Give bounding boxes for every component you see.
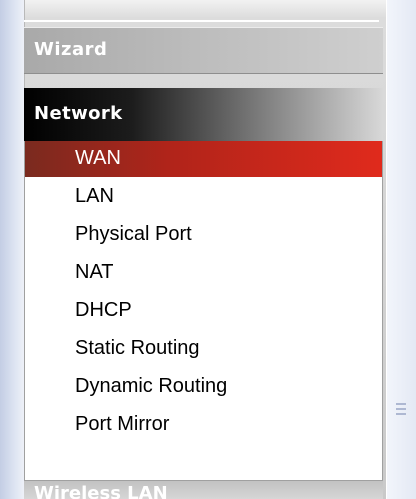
sidebar-item-static-routing[interactable]: Static Routing xyxy=(25,331,382,367)
sidebar-item-label: WAN xyxy=(75,147,121,169)
sidebar-item-label: LAN xyxy=(75,185,114,207)
grip-icon[interactable] xyxy=(396,403,406,425)
sidebar-item-dhcp[interactable]: DHCP xyxy=(25,293,382,329)
sidebar-item-nat[interactable]: NAT xyxy=(25,255,382,291)
sidebar-item-lan[interactable]: LAN xyxy=(25,179,382,215)
sidebar-item-label: Port Mirror xyxy=(75,413,170,435)
sidebar-item-physical-port[interactable]: Physical Port xyxy=(25,217,382,253)
sidebar-item-label: NAT xyxy=(75,261,114,283)
wizard-label: Wizard xyxy=(34,39,108,60)
left-frame-edge xyxy=(0,0,24,499)
network-submenu: WAN LAN Physical Port NAT DHCP Static Ro… xyxy=(24,141,383,481)
sidebar-item-label: Dynamic Routing xyxy=(75,375,228,397)
sidebar-item-wan[interactable]: WAN xyxy=(25,141,382,177)
sidebar-item-port-mirror[interactable]: Port Mirror xyxy=(25,407,382,443)
sidebar-item-label: Physical Port xyxy=(75,223,192,245)
sidebar-section-wizard[interactable]: Wizard xyxy=(24,27,383,74)
network-label: Network xyxy=(34,103,123,124)
panel-top-divider xyxy=(24,20,379,22)
sidebar-section-network[interactable]: Network xyxy=(24,88,383,141)
sidebar-item-label: Static Routing xyxy=(75,337,200,359)
sidebar-item-dynamic-routing[interactable]: Dynamic Routing xyxy=(25,369,382,405)
sidebar-section-wireless-lan[interactable]: Wireless LAN xyxy=(24,481,383,499)
wireless-lan-label: Wireless LAN xyxy=(34,483,168,499)
sidebar-item-label: DHCP xyxy=(75,299,132,321)
